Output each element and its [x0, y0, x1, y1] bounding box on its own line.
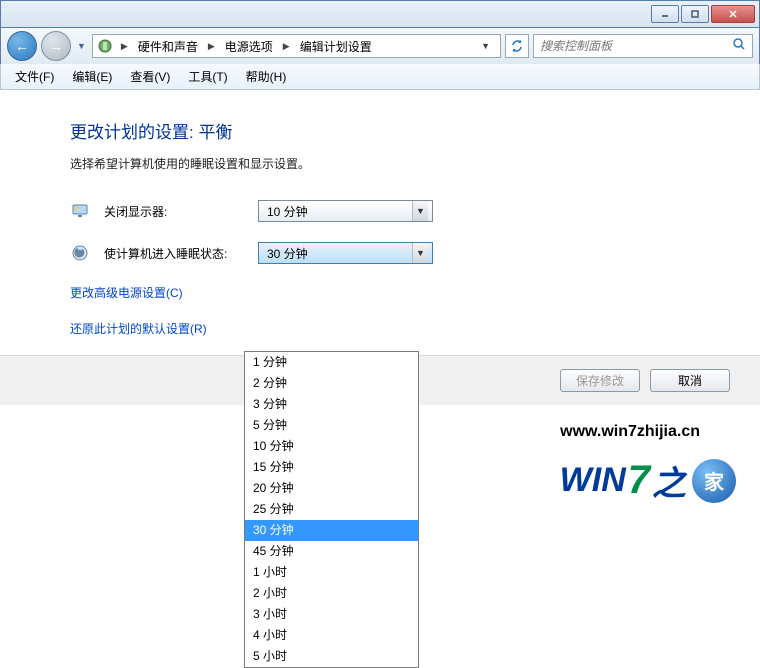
dropdown-option[interactable]: 1 分钟	[245, 352, 418, 373]
menu-edit[interactable]: 编辑(E)	[64, 65, 120, 88]
dropdown-option[interactable]: 10 分钟	[245, 436, 418, 457]
address-bar[interactable]: ▶ 硬件和声音 ▶ 电源选项 ▶ 编辑计划设置 ▼	[92, 34, 501, 58]
sleep-row: 使计算机进入睡眠状态: 30 分钟 ▼	[70, 242, 690, 264]
minimize-button[interactable]	[651, 5, 679, 23]
refresh-button[interactable]	[505, 34, 529, 58]
dropdown-option[interactable]: 3 分钟	[245, 394, 418, 415]
breadcrumb-hardware[interactable]: 硬件和声音	[136, 38, 200, 55]
forward-button[interactable]: →	[41, 31, 71, 61]
watermark-brand2: 之	[652, 456, 686, 505]
dropdown-option[interactable]: 2 小时	[245, 583, 418, 604]
dropdown-option[interactable]: 2 分钟	[245, 373, 418, 394]
monitor-icon	[70, 201, 90, 221]
back-button[interactable]: ←	[7, 31, 37, 61]
breadcrumb-power[interactable]: 电源选项	[223, 38, 275, 55]
advanced-settings-link[interactable]: 更改高级电源设置(C)	[70, 286, 183, 300]
menu-file[interactable]: 文件(F)	[7, 65, 62, 88]
content-area: 更改计划的设置: 平衡 选择希望计算机使用的睡眠设置和显示设置。 关闭显示器: …	[0, 90, 760, 338]
page-title: 更改计划的设置: 平衡	[70, 118, 690, 143]
menu-help[interactable]: 帮助(H)	[238, 65, 295, 88]
maximize-button[interactable]	[681, 5, 709, 23]
dropdown-option[interactable]: 1 小时	[245, 562, 418, 583]
search-icon[interactable]	[732, 37, 746, 56]
sleep-icon	[70, 243, 90, 263]
dropdown-option[interactable]: 3 小时	[245, 604, 418, 625]
search-box[interactable]	[533, 34, 753, 58]
chevron-right-icon: ▶	[204, 41, 219, 52]
restore-defaults-link[interactable]: 还原此计划的默认设置(R)	[70, 322, 207, 336]
menu-bar: 文件(F) 编辑(E) 查看(V) 工具(T) 帮助(H)	[0, 64, 760, 90]
turn-off-display-combo[interactable]: 10 分钟 ▼	[258, 200, 433, 222]
watermark-seven: 7	[628, 458, 650, 503]
nav-toolbar: ← → ▼ ▶ 硬件和声音 ▶ 电源选项 ▶ 编辑计划设置 ▼	[0, 28, 760, 64]
chevron-down-icon: ▼	[412, 243, 428, 263]
menu-tools[interactable]: 工具(T)	[180, 65, 235, 88]
sleep-dropdown-list[interactable]: 1 分钟 2 分钟 3 分钟 5 分钟 10 分钟 15 分钟 20 分钟 25…	[244, 351, 419, 668]
dropdown-option[interactable]: 4 小时	[245, 625, 418, 646]
combo-value: 10 分钟	[267, 203, 308, 220]
search-input[interactable]	[540, 39, 732, 53]
dropdown-option[interactable]: 15 分钟	[245, 457, 418, 478]
dropdown-option[interactable]: 25 分钟	[245, 499, 418, 520]
dropdown-option[interactable]: 45 分钟	[245, 541, 418, 562]
sleep-combo[interactable]: 30 分钟 ▼	[258, 242, 433, 264]
window-titlebar	[0, 0, 760, 28]
turn-off-display-row: 关闭显示器: 10 分钟 ▼	[70, 200, 690, 222]
address-dropdown-icon[interactable]: ▼	[475, 41, 496, 51]
advanced-settings-link-row: 更改高级电源设置(C)	[70, 284, 690, 302]
control-panel-icon	[97, 38, 113, 54]
save-button[interactable]: 保存修改	[560, 369, 640, 392]
nav-history-dropdown[interactable]: ▼	[75, 41, 88, 51]
chevron-right-icon: ▶	[117, 41, 132, 52]
cancel-button[interactable]: 取消	[650, 369, 730, 392]
watermark-url: www.win7zhijia.cn	[560, 423, 700, 441]
turn-off-display-label: 关闭显示器:	[104, 203, 244, 220]
dropdown-option[interactable]: 20 分钟	[245, 478, 418, 499]
dropdown-option[interactable]: 5 分钟	[245, 415, 418, 436]
watermark-brand: WIN	[560, 461, 626, 500]
combo-value: 30 分钟	[267, 245, 308, 262]
sleep-label: 使计算机进入睡眠状态:	[104, 245, 244, 262]
page-subtitle: 选择希望计算机使用的睡眠设置和显示设置。	[70, 155, 690, 172]
chevron-right-icon: ▶	[279, 41, 294, 52]
close-button[interactable]	[711, 5, 755, 23]
restore-defaults-link-row: 还原此计划的默认设置(R)	[70, 320, 690, 338]
watermark-logo: WIN7之 家	[560, 456, 736, 505]
breadcrumb-edit-plan[interactable]: 编辑计划设置	[298, 38, 374, 55]
dropdown-option-selected[interactable]: 30 分钟	[245, 520, 418, 541]
chevron-down-icon: ▼	[412, 201, 428, 221]
dropdown-option[interactable]: 5 小时	[245, 646, 418, 667]
watermark-orb-icon: 家	[692, 459, 736, 503]
menu-view[interactable]: 查看(V)	[122, 65, 178, 88]
